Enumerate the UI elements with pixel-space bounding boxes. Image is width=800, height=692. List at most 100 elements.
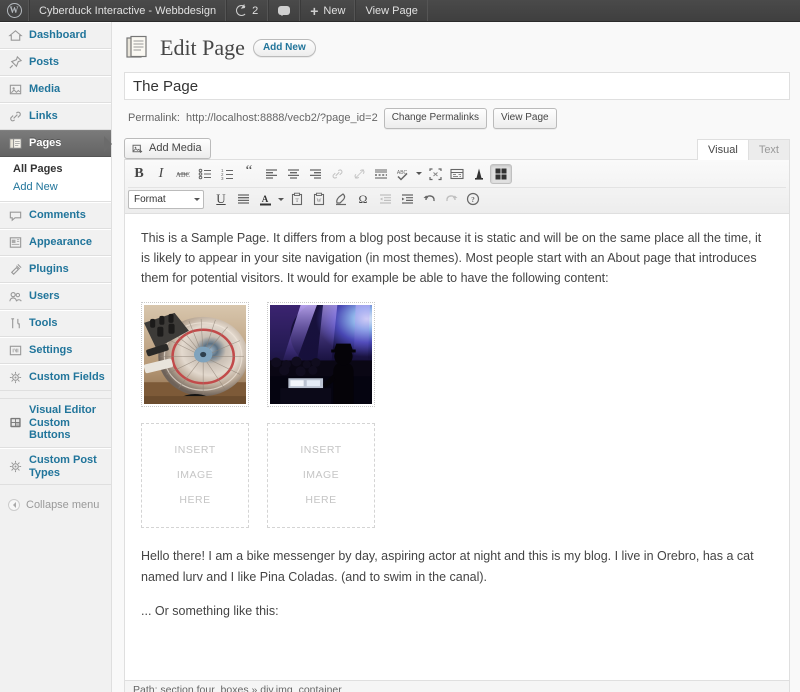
collapse-menu-button[interactable]: Collapse menu xyxy=(0,491,111,519)
kitchen-sink-icon[interactable] xyxy=(446,164,468,184)
admin-sidebar: Dashboard Posts Media Links Pages All Pa… xyxy=(0,22,112,692)
content-paragraph-1: This is a Sample Page. It differs from a… xyxy=(141,230,762,286)
svg-text:ABC: ABC xyxy=(176,171,191,179)
paste-from-word-icon[interactable]: W xyxy=(308,189,330,209)
sidebar-label: Dashboard xyxy=(29,29,87,42)
sidebar-item-custom-post-types[interactable]: Custom Post Types xyxy=(0,447,111,486)
post-title-input[interactable]: The Page xyxy=(124,72,790,100)
italic-icon[interactable]: I xyxy=(150,164,172,184)
admin-layout: Dashboard Posts Media Links Pages All Pa… xyxy=(0,22,800,692)
permalink-url[interactable]: http://localhost:8888/vecb2/?page_id=2 xyxy=(186,112,378,124)
remove-formatting-icon[interactable] xyxy=(330,189,352,209)
text-color-dropdown-icon[interactable] xyxy=(276,189,286,209)
submenu-label: All Pages xyxy=(13,163,63,175)
custom-button-tower-icon[interactable] xyxy=(468,164,490,184)
svg-text:3: 3 xyxy=(221,176,224,181)
image-placeholder-2[interactable]: INSERT IMAGE HERE xyxy=(267,423,375,529)
content-image-1[interactable] xyxy=(141,302,249,408)
sidebar-label: Media xyxy=(29,83,61,96)
sidebar-label: Posts xyxy=(29,56,59,69)
content-image-2[interactable] xyxy=(267,295,397,408)
tab-text[interactable]: Text xyxy=(747,138,790,160)
comment-bubble-icon xyxy=(278,6,291,16)
sidebar-label: Plugins xyxy=(29,263,69,276)
format-select[interactable]: Format xyxy=(128,189,204,209)
sidebar-item-comments[interactable]: Comments xyxy=(0,202,111,229)
editor-toolbar: B I ABC 123 “ ABC Format U A T W Ω ? xyxy=(125,159,789,214)
sidebar-item-users[interactable]: Users xyxy=(0,283,111,310)
sidebar-label: Settings xyxy=(29,344,73,357)
visual-editor: B I ABC 123 “ ABC Format U A T W Ω ? Thi… xyxy=(124,158,790,681)
outdent-icon[interactable] xyxy=(374,189,396,209)
media-and-tabs-row: Add Media Visual Text xyxy=(124,137,790,160)
sidebar-item-settings[interactable]: Settings xyxy=(0,337,111,364)
tab-visual[interactable]: Visual xyxy=(697,138,749,160)
submenu-item-add-new[interactable]: Add New xyxy=(0,178,111,196)
sidebar-item-visual-editor-custom-buttons[interactable]: Visual Editor Custom Buttons xyxy=(0,398,111,448)
unlink-icon[interactable] xyxy=(348,164,370,184)
comments-menu[interactable] xyxy=(268,0,301,21)
image-placeholder-1[interactable]: INSERT IMAGE HERE xyxy=(141,423,249,529)
updates-count: 2 xyxy=(252,4,259,17)
redo-icon[interactable] xyxy=(440,189,462,209)
bullet-list-icon[interactable] xyxy=(194,164,216,184)
sidebar-item-plugins[interactable]: Plugins xyxy=(0,256,111,283)
spellcheck-dropdown-icon[interactable] xyxy=(414,164,424,184)
wordpress-logo-icon: W xyxy=(6,3,22,18)
sidebar-item-posts[interactable]: Posts xyxy=(0,49,111,76)
page-header: Edit Page Add New xyxy=(124,30,790,72)
sidebar-label: Custom Fields xyxy=(29,371,105,384)
blockquote-icon[interactable]: “ xyxy=(238,164,260,184)
paste-as-text-icon[interactable]: T xyxy=(286,189,308,209)
align-left-icon[interactable] xyxy=(260,164,282,184)
wordpress-logo-button[interactable]: W xyxy=(0,0,29,21)
insert-link-icon[interactable] xyxy=(326,164,348,184)
sidebar-item-dashboard[interactable]: Dashboard xyxy=(0,22,111,49)
more-tag-icon[interactable] xyxy=(370,164,392,184)
svg-text:W: W xyxy=(317,199,322,204)
site-name-label: Cyberduck Interactive - Webbdesign xyxy=(39,4,217,17)
sidebar-label: Links xyxy=(29,110,58,123)
align-right-icon[interactable] xyxy=(304,164,326,184)
sidebar-item-links[interactable]: Links xyxy=(0,103,111,130)
site-name-menu[interactable]: Cyberduck Interactive - Webbdesign xyxy=(29,0,227,21)
indent-icon[interactable] xyxy=(396,189,418,209)
media-icon xyxy=(9,84,22,95)
view-page-menu[interactable]: View Page xyxy=(355,0,428,21)
permalink-row: Permalink: http://localhost:8888/vecb2/?… xyxy=(124,100,790,138)
sidebar-item-tools[interactable]: Tools xyxy=(0,310,111,337)
text-color-icon[interactable]: A xyxy=(254,189,276,209)
submenu-item-all-pages[interactable]: All Pages xyxy=(0,160,111,178)
numbered-list-icon[interactable]: 123 xyxy=(216,164,238,184)
fullscreen-icon[interactable] xyxy=(424,164,446,184)
change-permalinks-button[interactable]: Change Permalinks xyxy=(383,108,487,129)
pages-icon xyxy=(9,138,22,149)
sidebar-label: Tools xyxy=(29,317,58,330)
strikethrough-icon[interactable]: ABC xyxy=(172,164,194,184)
undo-icon[interactable] xyxy=(418,189,440,209)
image-row xyxy=(141,295,773,408)
spellcheck-icon[interactable]: ABC xyxy=(392,164,414,184)
bold-icon[interactable]: B xyxy=(128,164,150,184)
sidebar-item-media[interactable]: Media xyxy=(0,76,111,103)
sidebar-item-pages[interactable]: Pages xyxy=(0,130,112,157)
special-character-icon[interactable]: Ω xyxy=(352,189,374,209)
sidebar-item-custom-fields[interactable]: Custom Fields xyxy=(0,364,111,391)
content-paragraph-3: ... Or something like this: xyxy=(141,603,279,618)
updates-menu[interactable]: 2 xyxy=(226,0,269,21)
add-media-button[interactable]: Add Media xyxy=(124,137,211,159)
align-center-icon[interactable] xyxy=(282,164,304,184)
help-icon[interactable]: ? xyxy=(462,189,484,209)
add-new-button[interactable]: Add New xyxy=(252,39,316,57)
editor-content-area[interactable]: This is a Sample Page. It differs from a… xyxy=(125,214,789,680)
justify-icon[interactable] xyxy=(232,189,254,209)
sidebar-item-appearance[interactable]: Appearance xyxy=(0,229,111,256)
visual-editor-icon xyxy=(10,418,21,428)
submenu-label: Add New xyxy=(13,181,58,193)
underline-icon[interactable]: U xyxy=(210,189,232,209)
custom-button-grid-icon[interactable] xyxy=(490,163,512,184)
editor-mode-tabs: Visual Text xyxy=(697,138,790,160)
view-page-button[interactable]: View Page xyxy=(492,108,557,129)
new-content-menu[interactable]: + New xyxy=(300,0,356,21)
dj-concert-silhouette-photo xyxy=(270,295,397,405)
